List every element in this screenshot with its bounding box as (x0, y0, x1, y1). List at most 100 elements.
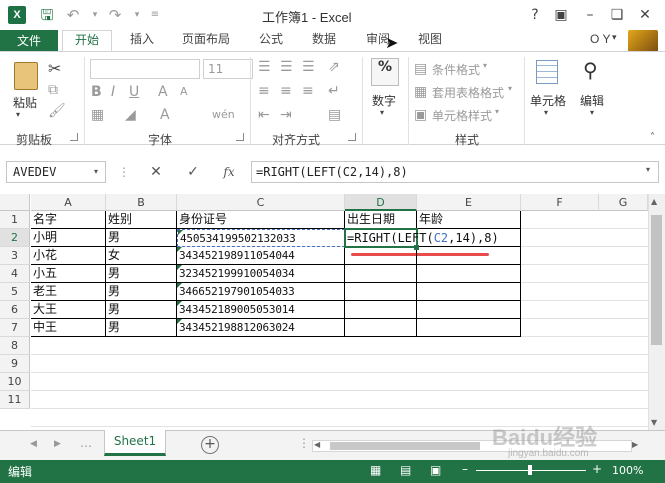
row-header-7[interactable]: 7 (0, 319, 30, 337)
conditional-format-icon[interactable]: ▤ (414, 60, 427, 78)
bold-icon[interactable]: B (91, 83, 102, 101)
table-cell[interactable]: 343452198911054044 (177, 247, 345, 265)
select-all-corner[interactable] (0, 194, 30, 211)
tab-data[interactable]: 数据 (304, 30, 344, 52)
row-header-9[interactable]: 9 (0, 355, 30, 373)
font-name-dropdown[interactable] (90, 59, 200, 79)
conditional-format-dropdown-icon[interactable]: ▾ (483, 61, 487, 70)
table-cell[interactable] (417, 319, 521, 337)
number-format-button[interactable]: 数字 (372, 92, 396, 109)
table-header-cell[interactable]: 姓别 (106, 211, 177, 229)
font-launcher-icon[interactable] (236, 133, 244, 141)
font-shrink-icon[interactable]: A (180, 83, 188, 101)
user-dropdown-icon[interactable]: ▾ (612, 33, 617, 43)
row-header-2[interactable]: 2 (0, 229, 30, 247)
phonetic-icon[interactable]: wén (212, 106, 235, 124)
table-header-cell[interactable]: 出生日期 (345, 211, 417, 229)
wrap-text-icon[interactable]: ↵ (328, 82, 340, 100)
save-icon[interactable]: 🖫 (36, 5, 58, 25)
restore-button[interactable]: ❏ (605, 3, 629, 27)
number-dropdown-icon[interactable]: ▾ (380, 108, 384, 117)
scroll-right-icon[interactable]: ▶ (632, 440, 638, 449)
increase-indent-icon[interactable]: ⇥ (280, 106, 292, 124)
table-cell[interactable] (345, 247, 417, 265)
minimize-button[interactable]: – (578, 3, 602, 27)
sheet-more-icon[interactable]: … (80, 436, 92, 450)
zoom-out-icon[interactable]: – (462, 462, 468, 476)
row-header-11[interactable]: 11 (0, 391, 30, 409)
table-cell[interactable]: 346652197901054033 (177, 283, 345, 301)
table-cell[interactable]: 323452199910054034 (177, 265, 345, 283)
name-box-dropdown-icon[interactable]: ▾ (94, 161, 106, 183)
table-header-cell[interactable]: 名字 (31, 211, 106, 229)
table-cell[interactable]: 男 (106, 319, 177, 337)
zoom-level[interactable]: 100% (612, 464, 643, 477)
row-header-1[interactable]: 1 (0, 211, 30, 229)
table-cell[interactable] (345, 265, 417, 283)
help-button[interactable]: ? (523, 3, 547, 27)
row-header-4[interactable]: 4 (0, 265, 30, 283)
insert-function-icon[interactable]: fx (214, 161, 244, 183)
find-select-icon[interactable]: ⚲ (583, 58, 598, 82)
cut-icon[interactable]: ✂ (48, 59, 61, 78)
tab-home[interactable]: 开始 (62, 30, 112, 52)
column-header-g[interactable]: G (599, 194, 648, 211)
table-cell[interactable] (417, 283, 521, 301)
table-cell[interactable] (345, 319, 417, 337)
collapse-ribbon-icon[interactable]: ˄ (650, 132, 655, 143)
add-sheet-icon[interactable]: + (201, 436, 219, 454)
cell-styles-button[interactable]: 单元格样式 (432, 107, 492, 124)
paste-icon[interactable] (14, 62, 38, 90)
underline-icon[interactable]: U (129, 83, 139, 101)
sheet-tab-sheet1[interactable]: Sheet1 (104, 430, 166, 456)
redo-icon[interactable]: ↷ (104, 5, 126, 25)
expand-formula-icon[interactable]: ▾ (646, 165, 650, 174)
table-cell[interactable] (345, 301, 417, 319)
align-bottom-icon[interactable]: ☰ (302, 58, 315, 76)
column-header-e[interactable]: E (417, 194, 521, 211)
table-cell[interactable]: 343452189005053014 (177, 301, 345, 319)
row-header-6[interactable]: 6 (0, 301, 30, 319)
table-header-cell[interactable]: 身份证号 (177, 211, 345, 229)
column-header-a[interactable]: A (31, 194, 106, 211)
editing-dropdown-icon[interactable]: ▾ (590, 108, 594, 117)
table-cell[interactable]: 女 (106, 247, 177, 265)
zoom-in-icon[interactable]: + (592, 462, 602, 476)
page-break-view-icon[interactable]: ▣ (430, 463, 441, 477)
table-header-cell[interactable]: 年龄 (417, 211, 521, 229)
tab-file[interactable]: 文件 (0, 30, 58, 52)
formula-input[interactable]: =RIGHT(LEFT(C2,14),8) (251, 161, 659, 183)
scroll-down-icon[interactable]: ▼ (651, 418, 657, 427)
cells-dropdown-icon[interactable]: ▾ (544, 108, 548, 117)
column-header-f[interactable]: F (521, 194, 599, 211)
avatar[interactable] (628, 30, 658, 52)
column-header-d[interactable]: D (345, 194, 417, 211)
table-cell[interactable]: 343452198812063024 (177, 319, 345, 337)
user-name[interactable]: O Y (590, 32, 610, 46)
close-button[interactable]: ✕ (633, 3, 657, 27)
cell-styles-dropdown-icon[interactable]: ▾ (495, 107, 499, 116)
tab-formulas[interactable]: 公式 (252, 30, 290, 52)
paste-button[interactable]: 粘贴 (13, 94, 37, 111)
column-header-b[interactable]: B (106, 194, 177, 211)
merge-center-icon[interactable]: ▤ (328, 106, 341, 124)
row-header-8[interactable]: 8 (0, 337, 30, 355)
alignment-launcher-icon[interactable] (348, 133, 356, 141)
align-middle-icon[interactable]: ☰ (280, 58, 293, 76)
sheet-next-icon[interactable]: ▶ (54, 439, 61, 449)
customize-qat-icon[interactable]: ≡ (144, 5, 166, 25)
tab-page-layout[interactable]: 页面布局 (175, 30, 237, 52)
cell-styles-icon[interactable]: ▣ (414, 106, 427, 124)
scroll-up-icon[interactable]: ▲ (651, 197, 657, 206)
italic-icon[interactable]: I (111, 83, 115, 101)
align-left-icon[interactable]: ≡ (258, 82, 270, 100)
scrollbar-thumb[interactable] (651, 215, 662, 345)
table-cell[interactable]: 小花 (31, 247, 106, 265)
hscroll-thumb[interactable] (330, 442, 480, 450)
format-table-icon[interactable]: ▦ (414, 83, 427, 101)
cells-button[interactable]: 单元格 (530, 92, 566, 109)
format-table-dropdown-icon[interactable]: ▾ (508, 84, 512, 93)
font-grow-icon[interactable]: A (158, 83, 168, 101)
ribbon-display-icon[interactable]: ▣ (549, 3, 573, 27)
border-icon[interactable]: ▦ (91, 106, 104, 124)
